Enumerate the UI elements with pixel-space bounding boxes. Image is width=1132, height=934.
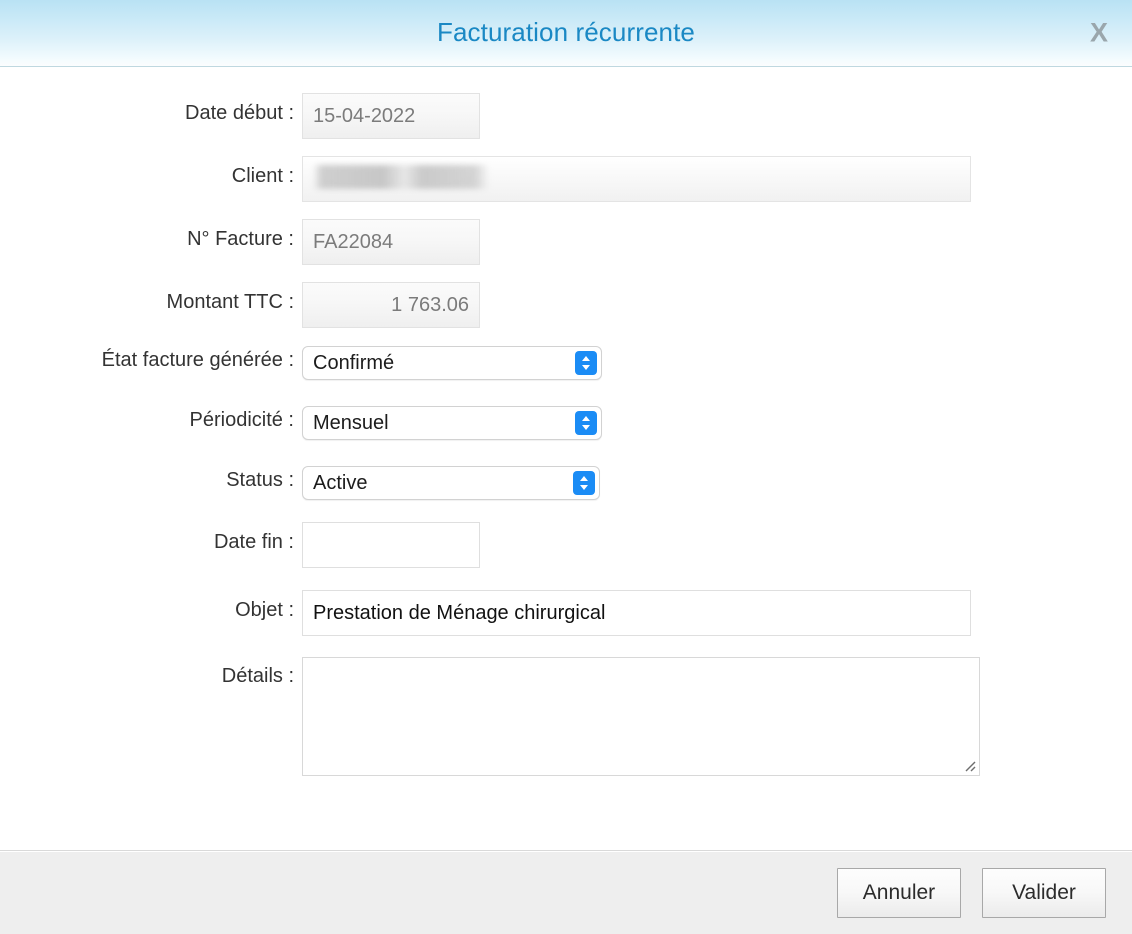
invoice-state-select[interactable]: Confirmé (302, 346, 602, 380)
dialog-header: Facturation récurrente X (0, 0, 1132, 67)
chevron-updown-icon[interactable] (575, 351, 597, 375)
label-end-date: Date fin : (0, 522, 302, 553)
label-status: Status : (0, 466, 302, 491)
field-row-status: Status : Active (0, 466, 1132, 500)
chevron-updown-icon[interactable] (575, 411, 597, 435)
dialog-footer: Annuler Valider (0, 850, 1132, 934)
field-row-start-date: Date début : (0, 93, 1132, 139)
start-date-input[interactable] (302, 93, 480, 139)
periodicity-value: Mensuel (303, 413, 575, 433)
label-amount: Montant TTC : (0, 282, 302, 313)
field-row-details: Détails : (0, 657, 1132, 776)
close-icon[interactable]: X (1082, 18, 1116, 49)
submit-button[interactable]: Valider (982, 868, 1106, 918)
status-value: Active (303, 473, 573, 493)
label-invoice-state: État facture générée : (0, 346, 302, 371)
field-row-periodicity: Périodicité : Mensuel (0, 406, 1132, 440)
field-row-end-date: Date fin : (0, 522, 1132, 568)
label-subject: Objet : (0, 590, 302, 621)
page-title: Facturation récurrente (437, 19, 695, 47)
label-invoice-number: N° Facture : (0, 219, 302, 250)
invoice-number-input[interactable] (302, 219, 480, 265)
amount-input[interactable] (302, 282, 480, 328)
dialog-body: Date début : Client : N° Facture : Monta… (0, 67, 1132, 850)
recurring-invoice-dialog: Facturation récurrente X Date début : Cl… (0, 0, 1132, 934)
field-row-client: Client : (0, 156, 1132, 202)
periodicity-select[interactable]: Mensuel (302, 406, 602, 440)
redacted-client-name (313, 165, 489, 189)
details-textarea[interactable] (302, 657, 980, 776)
label-periodicity: Périodicité : (0, 406, 302, 431)
label-client: Client : (0, 156, 302, 187)
field-row-amount: Montant TTC : (0, 282, 1132, 328)
cancel-button[interactable]: Annuler (837, 868, 961, 918)
field-row-invoice-number: N° Facture : (0, 219, 1132, 265)
chevron-updown-icon[interactable] (573, 471, 595, 495)
field-row-invoice-state: État facture générée : Confirmé (0, 346, 1132, 380)
client-input[interactable] (302, 156, 971, 202)
subject-input[interactable] (302, 590, 971, 636)
end-date-input[interactable] (302, 522, 480, 568)
field-row-subject: Objet : (0, 590, 1132, 636)
invoice-state-value: Confirmé (303, 353, 575, 373)
label-details: Détails : (0, 657, 302, 687)
status-select[interactable]: Active (302, 466, 600, 500)
label-start-date: Date début : (0, 93, 302, 124)
